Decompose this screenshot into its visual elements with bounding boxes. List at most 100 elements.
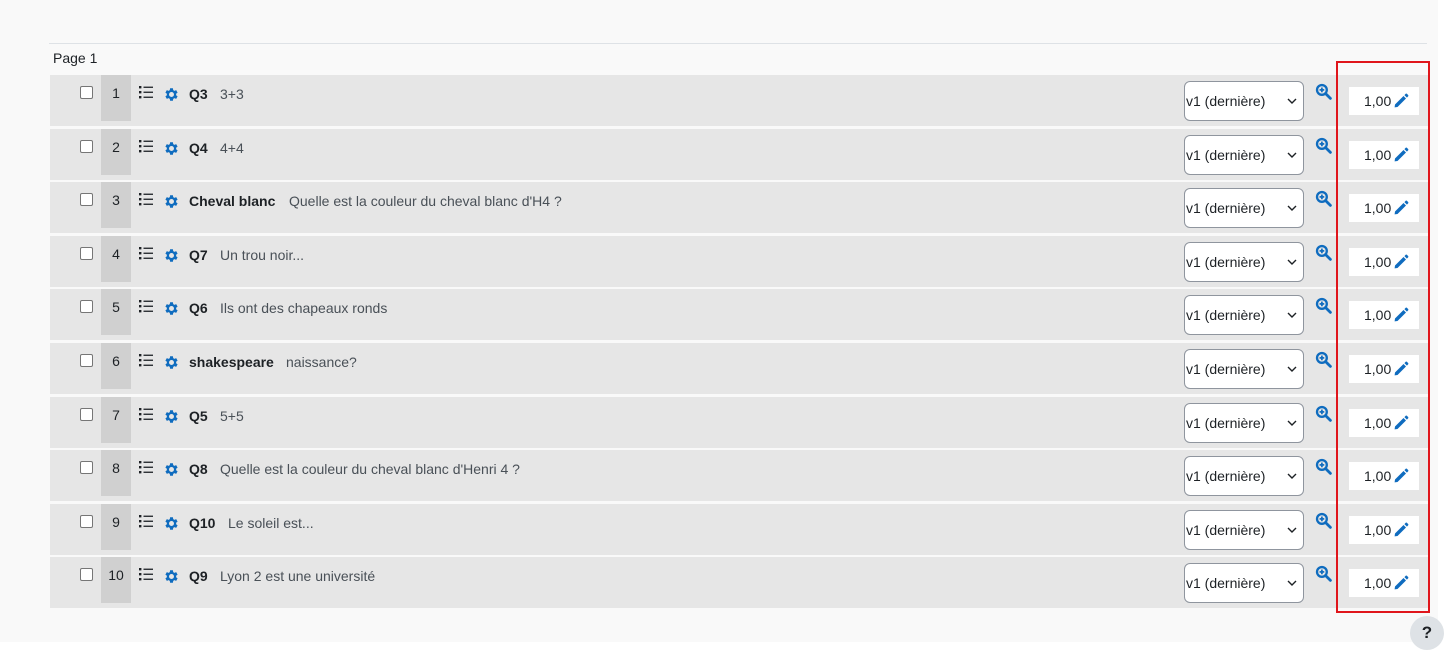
list-move-icon[interactable] [138,138,154,154]
pencil-icon[interactable] [1393,522,1409,538]
slot-number: 9 [101,503,131,550]
version-selected-value: v1 (dernière) [1186,361,1266,377]
version-select[interactable]: v1 (dernière) [1184,295,1304,336]
gear-icon[interactable] [163,193,180,210]
select-checkbox[interactable] [80,354,93,367]
list-move-icon[interactable] [138,459,154,475]
list-move-icon[interactable] [138,566,154,582]
max-mark-value: 1,00 [1364,307,1392,324]
pencil-icon[interactable] [1393,200,1409,216]
pencil-icon[interactable] [1393,575,1409,591]
version-selected-value: v1 (dernière) [1186,468,1266,485]
gear-icon[interactable] [163,515,180,532]
quiz-edit-panel: Page 1 1 Q3 3+3 v1 (dernière) 1,00 2 Q4 … [0,0,1438,642]
pencil-icon[interactable] [1393,415,1409,431]
list-move-icon[interactable] [138,298,154,314]
zoom-in-icon[interactable] [1315,351,1332,368]
zoom-in-icon[interactable] [1315,565,1332,583]
version-select[interactable]: v1 (dernière) [1184,81,1304,121]
question-name[interactable]: Cheval blanc [189,193,275,209]
max-mark-field[interactable]: 1,00 [1349,515,1419,544]
max-mark-field[interactable]: 1,00 [1349,87,1419,115]
select-checkbox[interactable] [80,139,93,153]
version-select[interactable]: v1 (dernière) [1184,509,1304,550]
zoom-in-icon[interactable] [1315,244,1332,261]
version-select[interactable]: v1 (dernière) [1184,563,1304,604]
version-select[interactable]: v1 (dernière) [1184,241,1304,282]
zoom-in-icon[interactable] [1315,83,1332,100]
gear-icon[interactable] [163,408,180,425]
list-move-icon[interactable] [138,191,154,207]
gear-icon[interactable] [163,568,180,585]
zoom-in-icon[interactable] [1315,190,1332,207]
question-name[interactable]: Q9 [189,568,208,584]
gear-icon[interactable] [163,354,180,371]
question-name[interactable]: Q6 [189,300,208,316]
question-name[interactable]: Q7 [189,247,208,263]
question-text: Ils ont des chapeaux ronds [220,300,388,317]
select-checkbox[interactable] [80,514,93,528]
select-checkbox[interactable] [80,300,93,314]
gear-icon[interactable] [163,461,180,478]
pencil-icon[interactable] [1393,93,1409,109]
list-move-icon[interactable] [138,406,154,422]
gear-icon[interactable] [163,247,180,264]
question-slot-1: 1 Q3 3+3 v1 (dernière) 1,00 [50,75,1430,126]
version-select[interactable]: v1 (dernière) [1184,402,1304,443]
max-mark-value: 1,00 [1364,200,1392,217]
list-move-icon[interactable] [138,84,154,100]
question-name[interactable]: shakespeare [189,354,274,370]
max-mark-field[interactable]: 1,00 [1349,301,1419,330]
max-mark-field[interactable]: 1,00 [1349,462,1419,491]
list-move-icon[interactable] [138,245,154,261]
version-selected-value: v1 (dernière) [1186,146,1266,163]
max-mark-field[interactable]: 1,00 [1349,247,1419,276]
version-select[interactable]: v1 (dernière) [1184,456,1304,497]
pencil-icon[interactable] [1393,361,1409,377]
pencil-icon[interactable] [1393,468,1409,484]
zoom-in-icon[interactable] [1315,297,1332,315]
select-checkbox[interactable] [80,193,93,207]
list-move-icon[interactable] [138,513,154,529]
max-mark-field[interactable]: 1,00 [1349,194,1419,223]
pencil-icon[interactable] [1393,307,1409,323]
question-slot-3: 3 Cheval blanc Quelle est la couleur du … [50,182,1430,234]
max-mark-field[interactable]: 1,00 [1349,140,1419,169]
gear-icon[interactable] [163,140,180,157]
select-checkbox[interactable] [80,568,93,582]
question-name[interactable]: Q5 [189,408,208,424]
slot-number: 1 [101,75,131,121]
page-label: Page 1 [53,50,98,66]
max-mark-value: 1,00 [1364,146,1392,163]
max-mark-field[interactable]: 1,00 [1349,408,1419,437]
select-checkbox[interactable] [80,407,93,421]
zoom-in-icon[interactable] [1315,137,1332,154]
gear-icon[interactable] [163,86,180,103]
help-button[interactable]: ? [1410,616,1444,650]
select-checkbox[interactable] [80,86,93,99]
question-name[interactable]: Q3 [189,86,208,102]
version-select[interactable]: v1 (dernière) [1184,134,1304,175]
list-move-icon[interactable] [138,352,154,368]
question-name[interactable]: Q10 [189,515,215,531]
version-select[interactable]: v1 (dernière) [1184,349,1304,389]
zoom-in-icon[interactable] [1315,458,1332,475]
version-selected-value: v1 (dernière) [1186,200,1266,217]
max-mark-field[interactable]: 1,00 [1349,355,1419,383]
slot-number: 7 [101,396,131,443]
question-name[interactable]: Q8 [189,461,208,477]
slot-number: 10 [101,557,131,604]
question-name[interactable]: Q4 [189,140,208,156]
zoom-in-icon[interactable] [1315,512,1332,529]
max-mark-field[interactable]: 1,00 [1349,569,1419,598]
max-mark-value: 1,00 [1364,468,1392,485]
chevron-down-icon [1287,420,1297,426]
gear-icon[interactable] [163,300,180,317]
select-checkbox[interactable] [80,461,93,475]
zoom-in-icon[interactable] [1315,405,1332,422]
question-text: Lyon 2 est une université [220,568,376,585]
pencil-icon[interactable] [1393,254,1409,270]
version-select[interactable]: v1 (dernière) [1184,188,1304,229]
pencil-icon[interactable] [1393,147,1409,163]
select-checkbox[interactable] [80,246,93,260]
